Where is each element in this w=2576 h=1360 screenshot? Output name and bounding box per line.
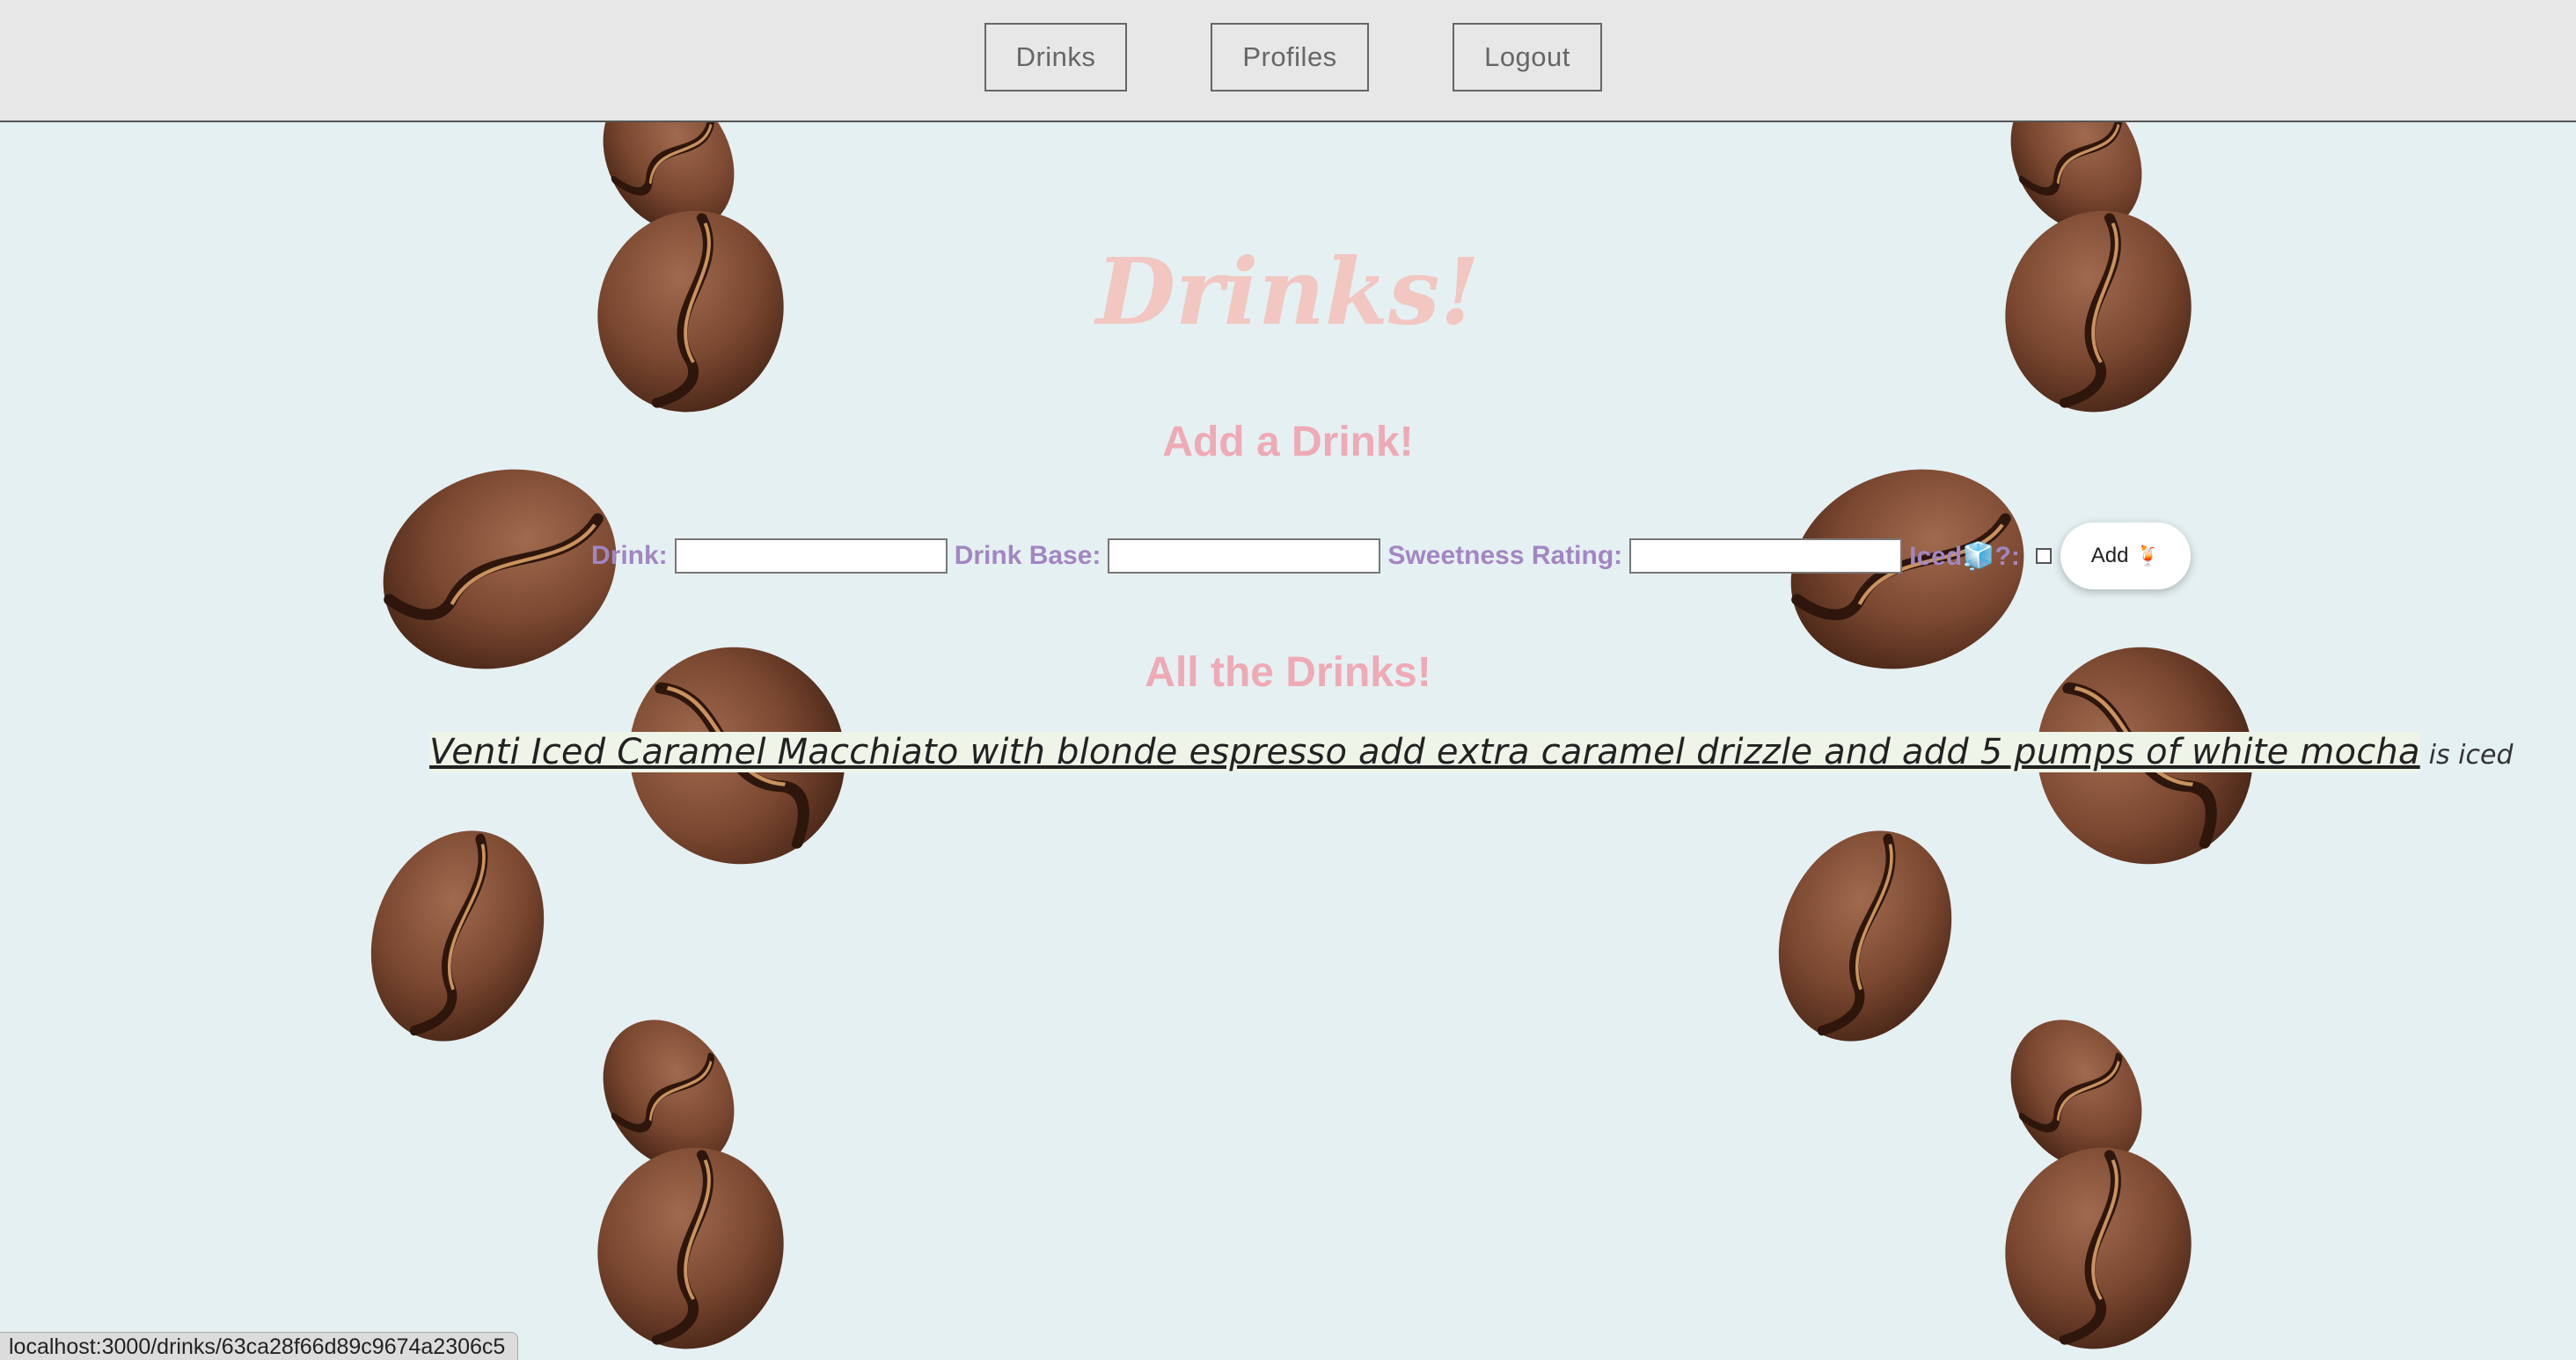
iced-checkbox[interactable] xyxy=(2035,548,2052,564)
all-drinks-heading: All the Drinks! xyxy=(1145,649,1431,696)
iced-label: Iced🧊?: xyxy=(1909,541,2020,571)
drink-base-label: Drink Base: xyxy=(954,541,1101,570)
nav-logout-button[interactable]: Logout xyxy=(1453,23,1602,91)
add-button-label: Add xyxy=(2090,544,2129,567)
top-nav: Drinks Profiles Logout xyxy=(0,0,2576,122)
bean-left-7 xyxy=(575,1127,806,1360)
page-title: Drinks! xyxy=(1095,238,1481,346)
bean-right-5 xyxy=(1750,807,1980,1066)
bean-right-7 xyxy=(1983,1127,2214,1360)
sweetness-rating-label: Sweetness Rating: xyxy=(1387,541,1623,570)
drink-base-input[interactable] xyxy=(1108,538,1381,574)
add-drink-heading: Add a Drink! xyxy=(1162,419,1414,465)
drink-label: Drink: xyxy=(591,541,668,570)
drink-link[interactable]: Venti Iced Caramel Macchiato with blonde… xyxy=(429,732,2420,772)
add-drink-form: Drink: Drink Base: Sweetness Rating: Ice… xyxy=(591,521,2191,591)
add-drink-button[interactable]: Add 🍹 xyxy=(2060,523,2191,589)
sweetness-rating-input[interactable] xyxy=(1629,538,1903,574)
link-status-bar: localhost:3000/drinks/63ca28f66d89c9674a… xyxy=(0,1332,519,1360)
drink-input[interactable] xyxy=(674,538,948,574)
nav-drinks-button[interactable]: Drinks xyxy=(984,23,1127,91)
status-url: localhost:3000/drinks/63ca28f66d89c9674a… xyxy=(9,1334,506,1359)
nav-profiles-button[interactable]: Profiles xyxy=(1211,23,1369,91)
bean-left-5 xyxy=(342,807,572,1066)
cocktail-icon: 🍹 xyxy=(2135,545,2160,567)
list-item: Venti Iced Caramel Macchiato with blonde… xyxy=(429,732,2514,772)
drink-iced-status: is iced xyxy=(2428,740,2514,771)
